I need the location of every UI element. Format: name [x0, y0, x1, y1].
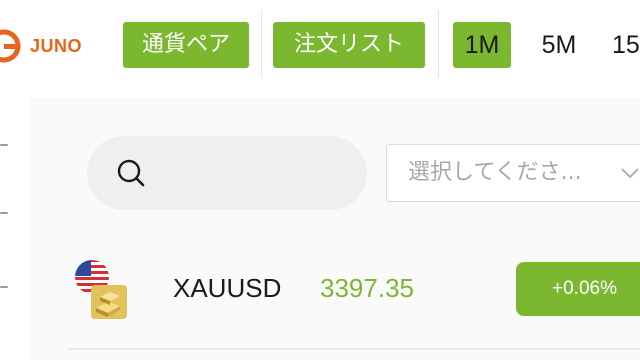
divider — [261, 10, 262, 78]
rail-handle[interactable] — [0, 212, 8, 214]
trading-app: JUNO 通貨ペア 注文リスト 1M 5M 15 選択してくださ... XAUU… — [0, 0, 640, 360]
gold-bars-icon — [90, 284, 128, 320]
juno-logo-icon — [0, 28, 22, 64]
order-list-button[interactable]: 注文リスト — [273, 22, 425, 68]
instrument-panel: 選択してくださ... — [30, 98, 640, 360]
left-rail — [0, 90, 30, 360]
timeframe-1m-tab[interactable]: 1M — [453, 22, 511, 68]
rail-handle[interactable] — [0, 144, 8, 146]
brand-name: JUNO — [30, 35, 83, 56]
price-change-badge[interactable]: +0.06% — [516, 262, 640, 316]
timeframe-15m-tab[interactable]: 15 — [612, 22, 640, 68]
instrument-symbol[interactable]: XAUUSD — [173, 270, 281, 306]
instrument-price: 3397.35 — [320, 273, 414, 303]
brand-logo[interactable]: JUNO — [0, 28, 82, 64]
divider — [438, 10, 439, 78]
rail-handle[interactable] — [0, 286, 8, 288]
currency-pairs-button[interactable]: 通貨ペア — [123, 22, 249, 68]
category-select[interactable]: 選択してくださ... — [386, 144, 640, 202]
chevron-down-icon — [619, 163, 640, 183]
search-icon — [116, 158, 146, 188]
timeframe-5m-tab[interactable]: 5M — [527, 22, 591, 68]
row-divider — [68, 348, 640, 350]
top-bar: JUNO 通貨ペア 注文リスト 1M 5M 15 — [0, 0, 640, 90]
search-input[interactable] — [87, 136, 367, 210]
select-placeholder: 選択してくださ... — [408, 160, 582, 185]
